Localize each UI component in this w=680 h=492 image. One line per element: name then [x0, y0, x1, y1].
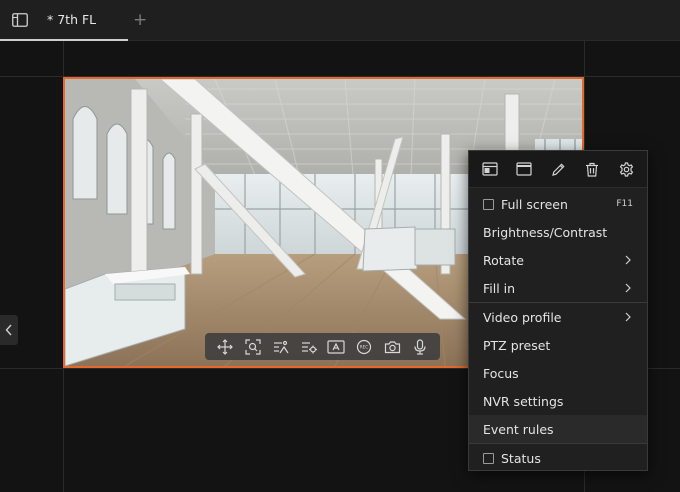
menu-item-label: Event rules [483, 421, 554, 437]
menu-item-label: Fill in [483, 280, 516, 296]
chevron-right-icon [625, 312, 631, 322]
menu-item-label: Rotate [483, 252, 524, 268]
tab-label: * 7th FL [47, 12, 97, 27]
chevron-right-icon [625, 283, 631, 293]
menu-item-video-profile[interactable]: Video profile [469, 303, 647, 331]
menu-item-fill-in[interactable]: Fill in [469, 274, 647, 302]
microphone-icon[interactable] [410, 337, 430, 357]
menu-item-rotate[interactable]: Rotate [469, 246, 647, 274]
snapshot-icon[interactable] [382, 337, 402, 357]
text-overlay-icon[interactable] [326, 337, 346, 357]
svg-text:REC: REC [360, 344, 369, 349]
menu-item-full-screen[interactable]: Full screen F11 [469, 190, 647, 218]
zoom-icon[interactable] [243, 337, 263, 357]
add-tab-button[interactable]: + [133, 10, 147, 30]
status-checkbox[interactable] [483, 452, 494, 464]
window-icon[interactable] [479, 158, 501, 180]
menu-item-label: PTZ preset [483, 337, 551, 353]
menu-item-nvr-settings[interactable]: NVR settings [469, 387, 647, 415]
context-menu: Full screen F11 Brightness/Contrast Rota… [468, 150, 648, 471]
delete-icon[interactable] [581, 158, 603, 180]
menu-item-ptz-preset[interactable]: PTZ preset [469, 331, 647, 359]
shortcut-label: F11 [616, 199, 633, 209]
layout-icon[interactable] [12, 13, 28, 27]
menu-item-label: Video profile [483, 309, 562, 325]
menu-item-focus[interactable]: Focus [469, 359, 647, 387]
record-icon[interactable]: REC [354, 337, 374, 357]
prev-page-button[interactable] [0, 315, 18, 345]
menu-item-label: Focus [483, 365, 519, 381]
tab-bar: * 7th FL + [0, 0, 680, 41]
context-menu-toolbar [469, 151, 647, 188]
tab-7th-fl[interactable]: * 7th FL [0, 0, 128, 41]
menu-item-label: Brightness/Contrast [483, 224, 608, 240]
chevron-right-icon [625, 255, 631, 265]
menu-item-status[interactable]: Status [469, 444, 647, 472]
image-adjust-icon[interactable] [271, 337, 291, 357]
chevron-left-icon [5, 324, 12, 336]
move-icon[interactable] [215, 337, 235, 357]
menu-item-event-rules[interactable]: Event rules [469, 415, 647, 443]
edit-icon[interactable] [547, 158, 569, 180]
menu-item-label: Full screen [501, 196, 568, 212]
gear-icon[interactable] [615, 158, 637, 180]
camera-toolbar: REC [205, 333, 440, 360]
menu-item-brightness-contrast[interactable]: Brightness/Contrast [469, 218, 647, 246]
maximize-icon[interactable] [513, 158, 535, 180]
full-screen-checkbox[interactable] [483, 198, 494, 210]
menu-item-label: NVR settings [483, 393, 564, 409]
menu-item-label: Status [501, 450, 541, 466]
settings-slider-icon[interactable] [299, 337, 319, 357]
